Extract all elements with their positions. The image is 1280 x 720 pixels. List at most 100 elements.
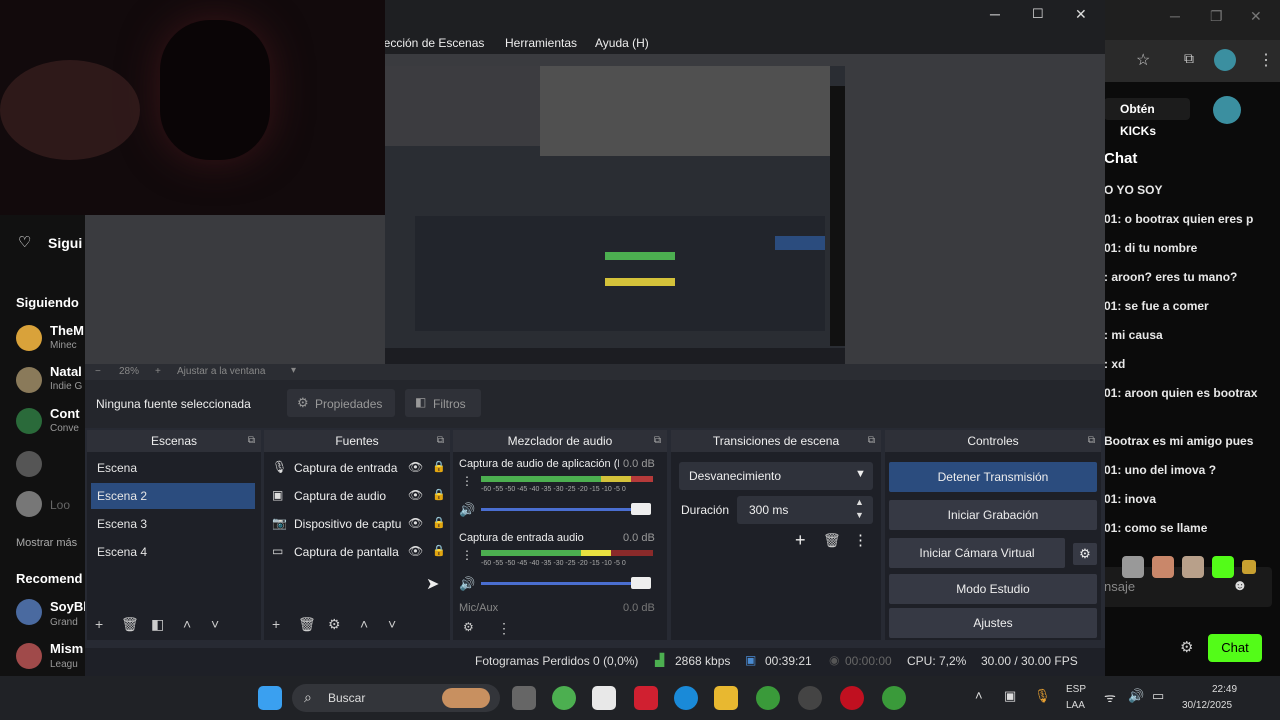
source-item[interactable]: 🎙 Captura de entrada 👁 🔒	[272, 460, 450, 480]
clock-time[interactable]: 22:49	[1212, 684, 1237, 695]
maximize-icon[interactable]: ❐	[1210, 8, 1223, 25]
avatar[interactable]	[16, 408, 42, 434]
trash-icon[interactable]: 🗑	[298, 616, 316, 633]
chevron-down-icon[interactable]: ˅	[388, 616, 396, 632]
source-item[interactable]: ▣ Captura de audio 👁 🔒	[272, 488, 450, 508]
task-view-icon[interactable]	[512, 686, 536, 710]
channel-name[interactable]: Mism	[50, 641, 83, 656]
start-recording-button[interactable]: Iniciar Grabación	[889, 500, 1097, 530]
windows-start-icon[interactable]	[258, 686, 282, 710]
avatar[interactable]	[16, 451, 42, 477]
chrome-icon[interactable]	[756, 686, 780, 710]
chevron-up-icon[interactable]: ˄	[183, 616, 191, 632]
avatar[interactable]	[16, 599, 42, 625]
avatar[interactable]	[16, 325, 42, 351]
popout-icon[interactable]: ⧉	[1088, 430, 1095, 452]
chevron-down-icon[interactable]: ▾	[291, 365, 296, 376]
opera-icon[interactable]	[840, 686, 864, 710]
settings-button[interactable]: Ajustes	[889, 608, 1097, 638]
avatar[interactable]	[1213, 96, 1241, 124]
eye-icon[interactable]: 👁	[408, 544, 423, 558]
properties-button[interactable]: ⚙ Propiedades	[287, 389, 395, 417]
emoji-icon[interactable]: ☻	[1232, 577, 1248, 594]
preview-canvas[interactable]	[385, 66, 845, 366]
channel-name[interactable]: Natal	[50, 364, 82, 379]
minimize-icon[interactable]: ─	[990, 6, 1000, 22]
filters-button[interactable]: ◧ Filtros	[405, 389, 481, 417]
stop-streaming-button[interactable]: Detener Transmisión	[889, 462, 1097, 492]
spin-down-icon[interactable]: ▼	[855, 510, 864, 520]
popout-icon[interactable]: ⧉	[248, 430, 255, 452]
language-top[interactable]: ESP	[1066, 684, 1086, 695]
menu-icon[interactable]: ⋮	[1258, 50, 1274, 70]
channel-name[interactable]: TheM	[50, 323, 84, 338]
eye-icon[interactable]: 👁	[408, 488, 423, 502]
close-icon[interactable]: ✕	[1075, 6, 1087, 23]
virtual-camera-settings-icon[interactable]: ⚙	[1073, 543, 1097, 565]
add-icon[interactable]: +	[95, 616, 103, 632]
emote-icon[interactable]	[1152, 556, 1174, 578]
emote-icon[interactable]	[1122, 556, 1144, 578]
zoom-in-icon[interactable]: +	[155, 366, 161, 377]
close-icon[interactable]: ✕	[1250, 8, 1262, 25]
speaker-icon[interactable]: 🔊	[459, 502, 475, 518]
send-chat-button[interactable]: Chat	[1208, 634, 1262, 662]
show-more-link[interactable]: Mostrar más	[16, 537, 77, 549]
follow-label[interactable]: Sigui	[48, 235, 82, 251]
eye-icon[interactable]: 👁	[408, 460, 423, 474]
scene-item[interactable]: Escena 4	[91, 539, 255, 565]
emote-icon[interactable]	[1212, 556, 1234, 578]
trash-icon[interactable]: 🗑	[121, 616, 139, 633]
filter-icon[interactable]: ◧	[151, 616, 164, 633]
add-icon[interactable]: +	[272, 616, 280, 632]
zoom-mode[interactable]: Ajustar a la ventana	[177, 366, 265, 377]
kebab-icon[interactable]: ⋮	[853, 531, 868, 549]
lock-icon[interactable]: 🔒	[432, 516, 446, 529]
get-kicks-button[interactable]: Obtén KICKs	[1104, 98, 1190, 138]
scene-item[interactable]: Escena	[91, 455, 255, 481]
kebab-icon[interactable]: ⋮	[461, 548, 473, 562]
obs-icon[interactable]	[798, 686, 822, 710]
maximize-icon[interactable]: ☐	[1032, 6, 1044, 22]
speaker-icon[interactable]: 🔊	[459, 576, 475, 592]
tray-icon[interactable]: ▣	[1004, 688, 1016, 704]
kebab-icon[interactable]: ⋮	[497, 620, 511, 637]
chevron-down-icon[interactable]: ˅	[211, 616, 219, 632]
lock-icon[interactable]: 🔒	[432, 544, 446, 557]
extensions-icon[interactable]: ⧉	[1184, 50, 1194, 67]
menu-scene-collection[interactable]: lección de Escenas	[381, 36, 484, 50]
popout-icon[interactable]: ⧉	[437, 430, 444, 452]
scene-item[interactable]: Escena 3	[91, 511, 255, 537]
spin-up-icon[interactable]: ▲	[855, 497, 864, 507]
transition-select[interactable]: Desvanecimiento ▼	[679, 462, 873, 490]
wifi-icon[interactable]: ᯤ	[1104, 688, 1116, 706]
duration-spinbox[interactable]: 300 ms ▲ ▼	[737, 496, 873, 524]
clock-date[interactable]: 30/12/2025	[1182, 700, 1232, 711]
wps-icon[interactable]	[634, 686, 658, 710]
chrome-icon[interactable]	[882, 686, 906, 710]
volume-slider-handle[interactable]	[631, 577, 651, 589]
gear-icon[interactable]: ⚙	[1180, 638, 1193, 656]
emote-icon[interactable]	[1242, 560, 1256, 574]
app-icon[interactable]	[552, 686, 576, 710]
volume-slider[interactable]	[481, 508, 631, 511]
popout-icon[interactable]: ⧉	[868, 430, 875, 452]
channel-name[interactable]: Loo	[50, 498, 70, 512]
trash-icon[interactable]: 🗑	[823, 532, 841, 549]
popout-icon[interactable]: ⧉	[654, 430, 661, 452]
folder-icon[interactable]	[714, 686, 738, 710]
kebab-icon[interactable]: ⋮	[461, 474, 473, 488]
gear-icon[interactable]: ⚙	[328, 616, 341, 633]
battery-icon[interactable]: ▭	[1152, 688, 1164, 704]
channel-name[interactable]: Cont	[50, 406, 80, 421]
source-item[interactable]: ▭ Captura de pantalla 👁 🔒	[272, 544, 450, 564]
volume-icon[interactable]: 🔊	[1128, 688, 1144, 704]
eye-icon[interactable]: 👁	[408, 516, 423, 530]
source-item[interactable]: 📷 Dispositivo de captura 👁 🔒	[272, 516, 450, 536]
channel-name[interactable]: SoyBl	[50, 599, 87, 614]
calendar-icon[interactable]	[592, 686, 616, 710]
scene-item-selected[interactable]: Escena 2	[91, 483, 255, 509]
avatar[interactable]	[16, 491, 42, 517]
microphone-icon[interactable]: 🎙	[1034, 688, 1051, 704]
emote-icon[interactable]	[1182, 556, 1204, 578]
